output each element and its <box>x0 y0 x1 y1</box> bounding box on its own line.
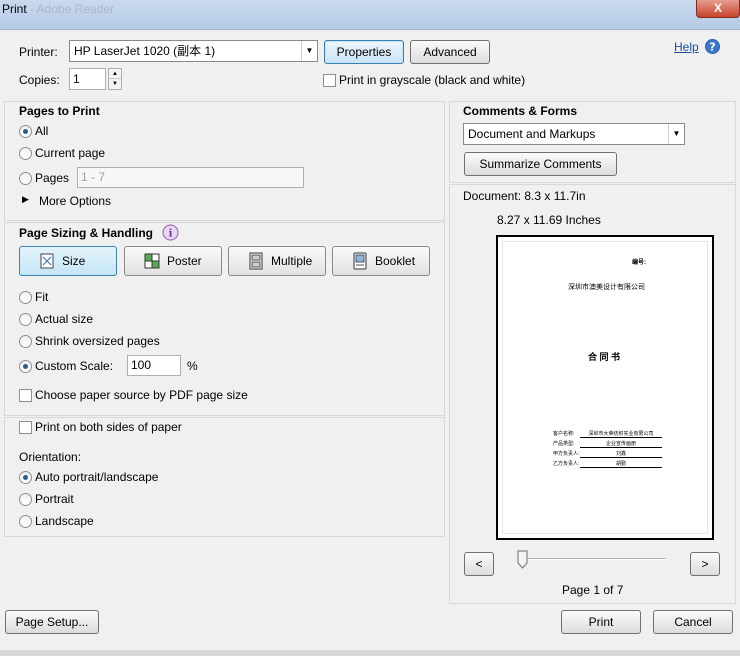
comments-forms-selected-value: Document and Markups <box>468 127 596 141</box>
grayscale-label: Print in grayscale (black and white) <box>339 73 526 87</box>
chevron-down-icon[interactable]: ▼ <box>668 124 684 144</box>
custom-scale-input[interactable]: 100 <box>127 355 181 376</box>
all-pages-label: All <box>35 124 49 138</box>
spin-down-icon[interactable]: ▼ <box>109 79 121 89</box>
multiple-icon <box>247 252 265 270</box>
booklet-icon <box>351 252 369 270</box>
paper-size-label: 8.27 x 11.69 Inches <box>497 213 601 227</box>
actual-size-label: Actual size <box>35 312 94 326</box>
spin-up-icon[interactable]: ▲ <box>109 69 121 79</box>
doc-field-value: 胡勤 <box>580 460 662 468</box>
pages-range-label: Pages <box>35 171 70 185</box>
doc-field-row: 客户名称: 深圳市大荣纺织实业有限公司 <box>553 430 673 440</box>
custom-scale-label: Custom Scale: <box>35 359 114 373</box>
doc-field-label: 产品类型: <box>553 441 575 447</box>
paper-source-checkbox[interactable] <box>19 389 32 402</box>
copies-input[interactable]: 1 <box>69 68 106 90</box>
doc-fields: 客户名称: 深圳市大荣纺织实业有限公司 产品类型: 企业宣传画册 甲方负责人: … <box>553 430 673 470</box>
page-slider-track[interactable] <box>520 558 666 560</box>
page-indicator: Page 1 of 7 <box>562 583 624 597</box>
page-sizing-heading: Page Sizing & Handling <box>19 226 154 240</box>
doc-number-label: 编号: <box>632 260 646 266</box>
orientation-heading: Orientation: <box>19 450 82 464</box>
comments-forms-heading: Comments & Forms <box>463 104 578 118</box>
doc-field-value: 企业宣传画册 <box>580 440 662 448</box>
custom-scale-radio[interactable] <box>19 360 32 373</box>
size-icon <box>38 252 56 270</box>
fit-radio[interactable] <box>19 291 32 304</box>
grayscale-checkbox[interactable] <box>323 74 336 87</box>
copies-label: Copies: <box>19 73 60 87</box>
page-slider-thumb[interactable] <box>517 550 528 569</box>
portrait-label: Portrait <box>35 492 74 506</box>
doc-title: 合 同 书 <box>588 352 621 362</box>
printer-selected-value: HP LaserJet 1020 (副本 1) <box>74 44 216 58</box>
chevron-down-icon[interactable]: ▼ <box>301 41 317 61</box>
print-button[interactable]: Print <box>561 610 641 634</box>
pages-range-input[interactable]: 1 - 7 <box>77 167 304 188</box>
window-title: Print <box>2 2 27 16</box>
title-bar: Print - Adobe Reader X <box>0 0 740 30</box>
svg-text:i: i <box>169 229 173 240</box>
actual-size-radio[interactable] <box>19 313 32 326</box>
expand-triangle-icon[interactable]: ▶ <box>22 194 29 205</box>
window-bottom-border <box>0 650 740 656</box>
help-icon[interactable]: ? <box>705 39 720 54</box>
poster-icon <box>143 252 161 270</box>
both-sides-label: Print on both sides of paper <box>35 420 182 434</box>
doc-field-row: 甲方负责人: 刘鑫 <box>553 450 673 460</box>
advanced-button[interactable]: Advanced <box>410 40 490 64</box>
shrink-oversized-radio[interactable] <box>19 335 32 348</box>
doc-field-label: 甲方负责人: <box>553 451 580 457</box>
copies-spinner[interactable]: ▲ ▼ <box>108 68 122 90</box>
poster-mode-button[interactable]: Poster <box>124 246 222 276</box>
properties-button[interactable]: Properties <box>324 40 404 64</box>
both-sides-checkbox[interactable] <box>19 421 32 434</box>
cancel-button[interactable]: Cancel <box>653 610 733 634</box>
booklet-mode-button[interactable]: Booklet <box>332 246 430 276</box>
paper-source-label: Choose paper source by PDF page size <box>35 388 248 402</box>
close-button[interactable]: X <box>696 0 740 18</box>
current-page-label: Current page <box>35 146 106 160</box>
page-preview: 编号: 深圳市澳美设计有限公司 合 同 书 客户名称: 深圳市大荣纺织实业有限公… <box>496 235 714 540</box>
multiple-mode-button[interactable]: Multiple <box>228 246 326 276</box>
poster-mode-label: Poster <box>167 254 202 268</box>
doc-field-label: 乙方负责人: <box>553 461 580 467</box>
all-pages-radio[interactable] <box>19 125 32 138</box>
more-options-toggle[interactable]: More Options <box>39 194 111 208</box>
company-name: 深圳市澳美设计有限公司 <box>568 284 645 291</box>
auto-orientation-radio[interactable] <box>19 471 32 484</box>
info-icon[interactable]: i <box>162 224 179 241</box>
multiple-mode-label: Multiple <box>271 254 313 268</box>
svg-text:?: ? <box>709 41 715 54</box>
document-size-label: Document: 8.3 x 11.7in <box>463 189 586 203</box>
fit-label: Fit <box>35 290 49 304</box>
doc-field-row: 产品类型: 企业宣传画册 <box>553 440 673 450</box>
window-title-suffix: - Adobe Reader <box>30 2 115 16</box>
landscape-label: Landscape <box>35 514 94 528</box>
printer-label: Printer: <box>19 45 58 59</box>
doc-field-label: 客户名称: <box>553 431 575 437</box>
doc-field-value: 刘鑫 <box>580 450 662 458</box>
booklet-mode-label: Booklet <box>375 254 416 268</box>
pages-to-print-heading: Pages to Print <box>19 104 100 118</box>
landscape-radio[interactable] <box>19 515 32 528</box>
previous-page-button[interactable]: < <box>464 552 494 576</box>
page-setup-button[interactable]: Page Setup... <box>5 610 99 634</box>
percent-label: % <box>187 359 198 373</box>
shrink-oversized-label: Shrink oversized pages <box>35 334 160 348</box>
doc-field-value: 深圳市大荣纺织实业有限公司 <box>580 430 662 438</box>
summarize-comments-button[interactable]: Summarize Comments <box>464 152 617 176</box>
comments-forms-select[interactable]: Document and Markups ▼ <box>463 123 685 145</box>
size-mode-button[interactable]: Size <box>19 246 117 276</box>
size-mode-label: Size <box>62 254 86 268</box>
portrait-radio[interactable] <box>19 493 32 506</box>
help-link[interactable]: Help <box>674 40 699 54</box>
pages-range-radio[interactable] <box>19 172 32 185</box>
printer-select[interactable]: HP LaserJet 1020 (副本 1) ▼ <box>69 40 318 62</box>
auto-orientation-label: Auto portrait/landscape <box>35 470 159 484</box>
doc-field-row: 乙方负责人: 胡勤 <box>553 460 673 470</box>
next-page-button[interactable]: > <box>690 552 720 576</box>
current-page-radio[interactable] <box>19 147 32 160</box>
